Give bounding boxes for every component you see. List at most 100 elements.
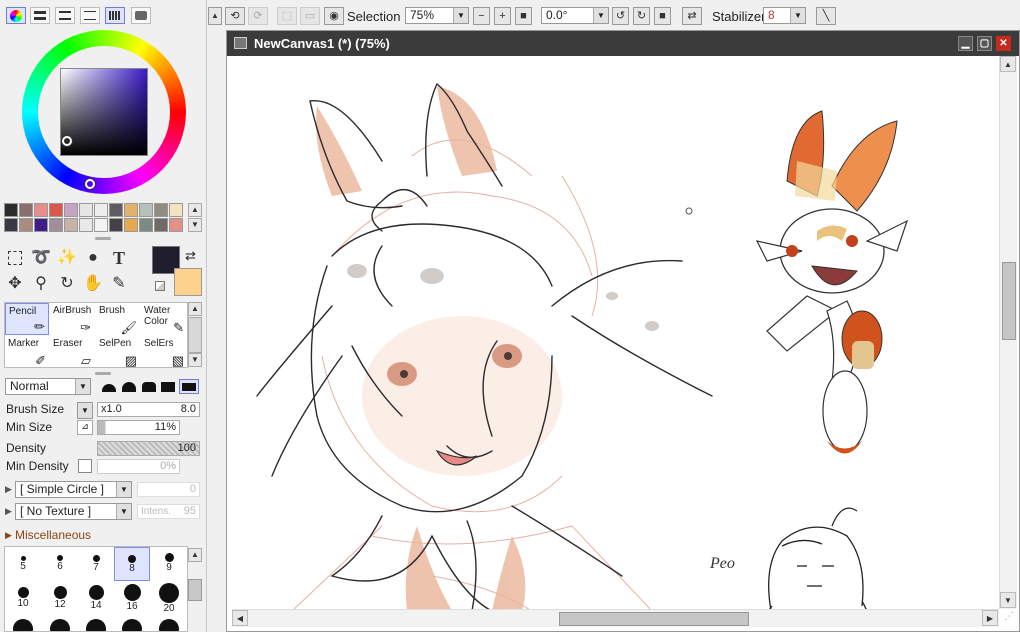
- size-preset[interactable]: 10: [5, 582, 41, 616]
- move-icon[interactable]: ✥: [4, 273, 26, 295]
- zoom-in-button[interactable]: +: [494, 7, 511, 25]
- miscellaneous-section[interactable]: Miscellaneous: [15, 528, 91, 542]
- size-preset[interactable]: 9: [151, 547, 187, 581]
- zoom-reset-button[interactable]: ■: [515, 7, 532, 25]
- min-size-slider[interactable]: 11%: [97, 420, 180, 435]
- zoom-out-button[interactable]: −: [473, 7, 490, 25]
- size-preset[interactable]: [151, 617, 187, 631]
- close-button[interactable]: ✕: [996, 36, 1011, 51]
- scroll-right-arrow[interactable]: ▶: [982, 610, 998, 626]
- size-preset[interactable]: [42, 617, 78, 631]
- deselect-button[interactable]: ⬚: [277, 7, 297, 25]
- scroll-down-arrow[interactable]: ▼: [1000, 592, 1016, 608]
- size-preset[interactable]: 12: [42, 582, 78, 616]
- texture-intensity-field[interactable]: Intens. 95: [137, 504, 200, 519]
- size-preset[interactable]: [114, 617, 150, 631]
- panel-splitter[interactable]: [95, 237, 111, 240]
- brush-watercolor[interactable]: Water Color ✎: [141, 303, 187, 335]
- color-palette-mode-button[interactable]: [80, 7, 100, 24]
- collapse-panel-button[interactable]: ▲: [208, 7, 222, 25]
- texture-dropdown[interactable]: [ No Texture ] ▼: [15, 503, 132, 520]
- size-preset[interactable]: [5, 617, 41, 631]
- resize-grip-icon[interactable]: ⋰: [1001, 611, 1017, 627]
- size-preset[interactable]: 14: [78, 582, 114, 616]
- size-preset[interactable]: 7: [78, 547, 114, 581]
- scroll-up-arrow[interactable]: ▲: [1000, 56, 1016, 72]
- vertical-scrollbar[interactable]: ▲ ▼: [999, 56, 1017, 609]
- hue-picker-ring[interactable]: [85, 179, 95, 189]
- redo-button[interactable]: ⟳: [248, 7, 268, 25]
- swap-colors-icon[interactable]: ⇄: [185, 248, 196, 264]
- size-preset[interactable]: 5: [5, 547, 41, 581]
- brush-pencil[interactable]: Pencil ✏: [5, 303, 49, 335]
- selection-visibility-button[interactable]: ◉: [324, 7, 344, 25]
- zoom-icon[interactable]: ⚲: [30, 273, 52, 295]
- density-slider[interactable]: 100: [97, 441, 200, 456]
- saturation-value-square[interactable]: [60, 68, 148, 156]
- brush-brush[interactable]: Brush 🖌: [96, 303, 140, 335]
- horizontal-scrollbar[interactable]: ◀ ▶: [232, 609, 999, 627]
- scratchpad-mode-button[interactable]: [131, 7, 151, 24]
- brush-size-field[interactable]: x1.0 8.0: [97, 402, 200, 417]
- transparent-color-icon[interactable]: [155, 281, 165, 291]
- brush-airbrush[interactable]: AirBrush ✑: [50, 303, 94, 335]
- brush-shape-amount[interactable]: 0: [137, 482, 200, 497]
- rotate-left-button[interactable]: ↺: [612, 7, 629, 25]
- size-preset[interactable]: 20: [151, 582, 187, 616]
- expand-arrow-icon[interactable]: ▶: [5, 506, 12, 517]
- min-density-checkbox[interactable]: [78, 459, 92, 473]
- swatch-palette[interactable]: [4, 203, 188, 233]
- color-wheel-mode-button[interactable]: [6, 7, 26, 24]
- brush-shape-dropdown[interactable]: [ Simple Circle ] ▼: [15, 481, 132, 498]
- pressure-size-icon[interactable]: ⊿: [77, 420, 93, 435]
- brush-size-multiplier-dropdown[interactable]: ▼: [77, 402, 93, 419]
- size-presets-scrollbar[interactable]: [188, 579, 202, 601]
- rotate-right-button[interactable]: ↻: [633, 7, 650, 25]
- rect-select-icon[interactable]: [4, 247, 26, 269]
- size-preset[interactable]: 16: [114, 582, 150, 616]
- swatch-scroll-down[interactable]: ▼: [188, 218, 202, 232]
- canvas-titlebar[interactable]: NewCanvas1 (*) (75%) ▁ ▢ ✕: [227, 31, 1019, 56]
- brush-selpen[interactable]: SelPen ▨: [96, 336, 140, 368]
- brush-grid-scrollbar[interactable]: [188, 317, 202, 353]
- undo-button[interactable]: ⟲: [225, 7, 245, 25]
- size-preset-selected[interactable]: 8: [114, 547, 150, 581]
- brush-eraser[interactable]: Eraser ▱: [50, 336, 94, 368]
- blend-mode-dropdown[interactable]: Normal ▼: [5, 378, 91, 395]
- straight-line-button[interactable]: ╲: [816, 7, 836, 25]
- zoom-dropdown[interactable]: 75% ▼: [405, 7, 469, 24]
- swatch-mode-button[interactable]: [105, 7, 125, 24]
- panel-splitter[interactable]: [95, 372, 111, 375]
- brush-tip-shapes[interactable]: [100, 379, 200, 394]
- brush-grid-scroll-down[interactable]: ▼: [188, 353, 202, 367]
- stabilizer-dropdown[interactable]: 8 ▼: [763, 7, 806, 24]
- invert-selection-button[interactable]: ▭: [300, 7, 320, 25]
- magic-wand-icon[interactable]: ✨: [56, 247, 78, 269]
- minimize-button[interactable]: ▁: [958, 36, 973, 51]
- brush-grid-scroll-up[interactable]: ▲: [188, 302, 202, 316]
- lasso-icon[interactable]: ➰: [30, 247, 52, 269]
- rgb-slider-mode-button[interactable]: [30, 7, 50, 24]
- hsv-slider-mode-button[interactable]: [55, 7, 75, 24]
- size-presets-scroll-up[interactable]: ▲: [188, 548, 202, 562]
- fill-bucket-icon[interactable]: ●: [82, 247, 104, 269]
- eyedropper-icon[interactable]: ✎: [108, 273, 130, 295]
- min-density-slider[interactable]: 0%: [97, 459, 180, 474]
- brush-selers[interactable]: SelErs ▧: [141, 336, 187, 368]
- swatch-scroll-up[interactable]: ▲: [188, 203, 202, 217]
- rotate-view-icon[interactable]: ↻: [56, 273, 78, 295]
- vertical-scroll-thumb[interactable]: [1002, 262, 1016, 340]
- expand-arrow-icon[interactable]: ▶: [5, 530, 12, 541]
- maximize-button[interactable]: ▢: [977, 36, 992, 51]
- rotation-dropdown[interactable]: 0.0° ▼: [541, 7, 609, 24]
- text-tool-icon[interactable]: T: [108, 247, 130, 269]
- horizontal-scroll-thumb[interactable]: [559, 612, 749, 626]
- hand-icon[interactable]: ✋: [82, 273, 104, 295]
- drawing-canvas[interactable]: Peo: [232, 56, 999, 632]
- scroll-left-arrow[interactable]: ◀: [232, 610, 248, 626]
- secondary-color-swatch[interactable]: [174, 268, 202, 296]
- size-preset[interactable]: [78, 617, 114, 631]
- flip-horizontal-button[interactable]: ⇄: [682, 7, 702, 25]
- sv-picker-ring[interactable]: [62, 136, 72, 146]
- brush-marker[interactable]: Marker ✐: [5, 336, 49, 368]
